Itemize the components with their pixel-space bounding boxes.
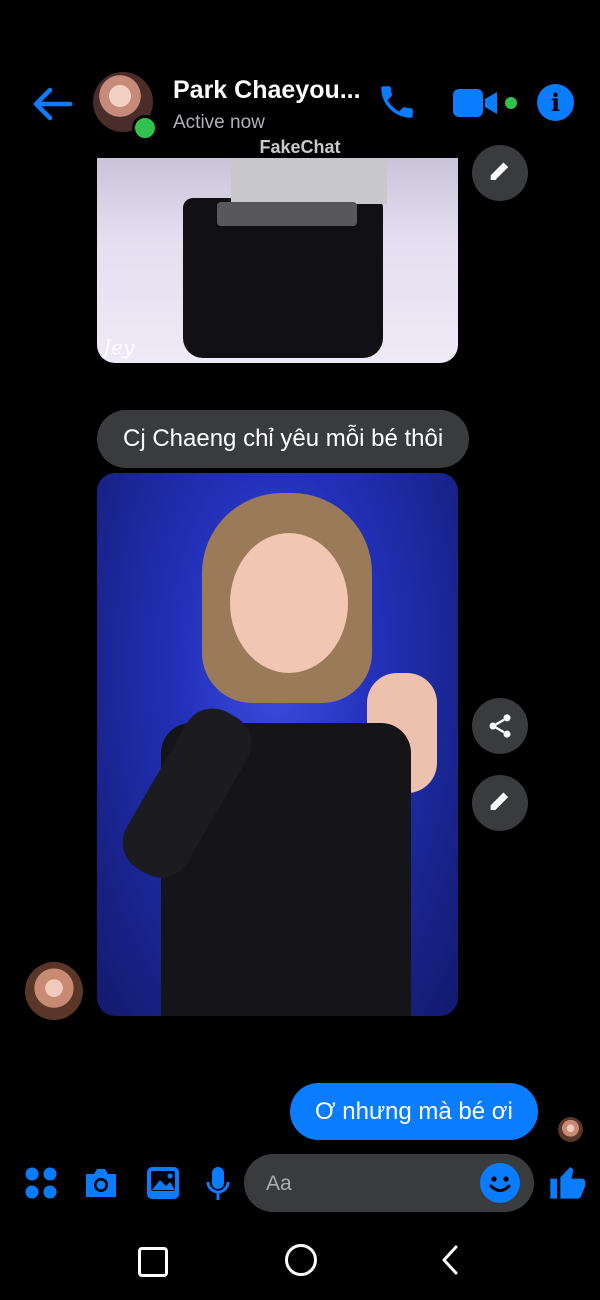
emoji-icon[interactable]	[480, 1163, 520, 1203]
edit-icon	[490, 162, 509, 180]
share-icon	[489, 714, 511, 738]
seen-receipt-avatar	[558, 1117, 583, 1142]
message-input-box	[244, 1154, 534, 1214]
microphone-icon[interactable]	[206, 1166, 230, 1202]
photo-content	[230, 533, 348, 673]
apps-grid-icon[interactable]	[24, 1166, 58, 1200]
share-photo-button[interactable]	[472, 698, 528, 754]
contact-name[interactable]: Park Chaeyou...	[173, 76, 361, 105]
incoming-message-bubble[interactable]: Cj Chaeng chỉ yêu mỗi bé thôi	[97, 410, 470, 468]
photo-content	[231, 158, 387, 204]
info-icon[interactable]: i	[537, 84, 574, 121]
active-status: Active now	[173, 112, 265, 133]
photo-content	[217, 202, 357, 226]
camera-icon[interactable]	[82, 1166, 120, 1200]
message-input[interactable]	[264, 1154, 478, 1214]
phone-icon[interactable]	[376, 80, 418, 124]
gallery-icon[interactable]	[146, 1166, 180, 1200]
shared-photo[interactable]: Jey	[97, 158, 458, 363]
thumbs-up-icon[interactable]	[547, 1162, 587, 1202]
edit-icon	[490, 792, 509, 810]
video-camera-icon[interactable]	[453, 88, 499, 118]
recent-apps-icon[interactable]	[138, 1247, 168, 1277]
photo-signature: Jey	[103, 335, 135, 359]
system-navigation-bar	[0, 1225, 600, 1300]
smiley-face-icon	[489, 1176, 511, 1192]
back-arrow-icon[interactable]	[30, 84, 74, 124]
video-active-dot	[505, 97, 517, 109]
edit-photo-button[interactable]	[472, 145, 528, 201]
home-icon[interactable]	[285, 1244, 317, 1276]
shared-photo[interactable]	[97, 473, 458, 1016]
sender-avatar[interactable]	[25, 962, 83, 1020]
outgoing-message-bubble[interactable]: Ơ nhưng mà bé ơi	[290, 1083, 538, 1140]
message-composer	[0, 1148, 600, 1220]
edit-photo-button[interactable]	[472, 775, 528, 831]
back-icon[interactable]	[440, 1245, 460, 1275]
